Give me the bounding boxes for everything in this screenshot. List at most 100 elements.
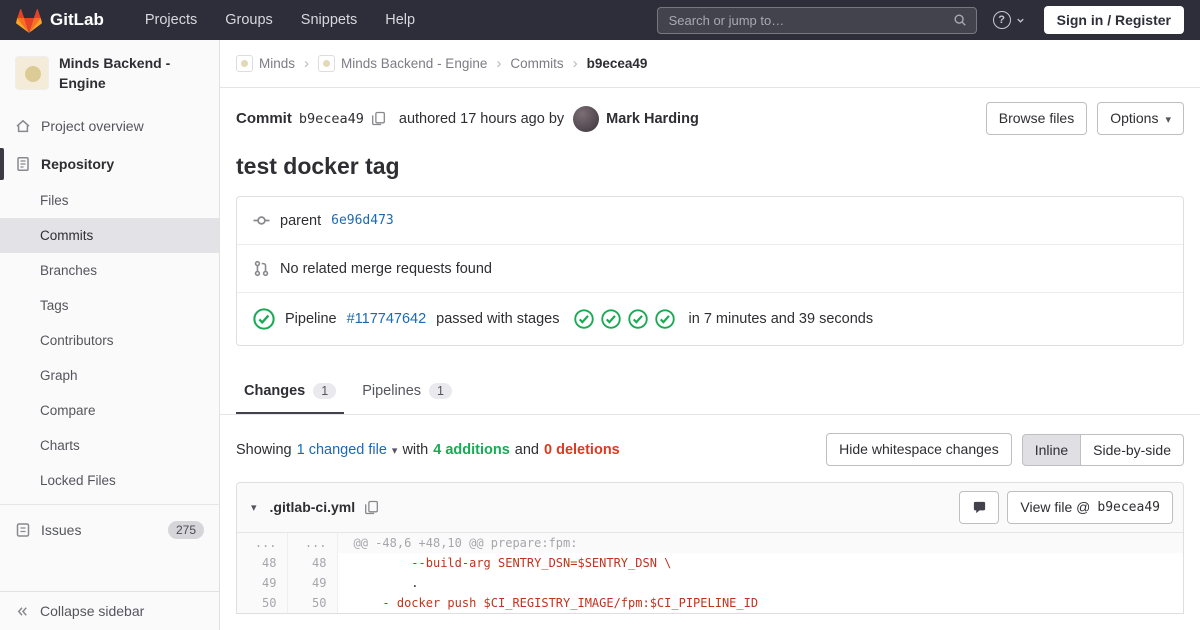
diff-file-box: .gitlab-ci.yml View file @ b9ecea49 [236, 482, 1184, 614]
pipeline-duration-text: in 7 minutes and 39 seconds [689, 311, 874, 327]
code-line: - docker push $CI_REGISTRY_IMAGE/fpm:$CI… [337, 593, 1183, 613]
sidebar-item-repository[interactable]: Repository [0, 145, 219, 183]
view-file-button[interactable]: View file @ b9ecea49 [1007, 491, 1173, 524]
stage-passed-icon[interactable] [628, 309, 648, 329]
breadcrumb-group[interactable]: Minds [236, 55, 295, 72]
sidebar-item-commits[interactable]: Commits [0, 218, 219, 253]
sidebar-divider [0, 504, 219, 505]
main-content: Minds Minds Backend - Engine Commits b9e… [220, 40, 1200, 630]
commit-tabs: Changes 1 Pipelines 1 [220, 370, 1200, 415]
copy-file-path-icon[interactable] [364, 500, 379, 515]
new-line-number[interactable]: 50 [287, 593, 337, 613]
pipelines-count-badge: 1 [429, 383, 452, 399]
author-name-link[interactable]: Mark Harding [606, 111, 699, 127]
diff-hunk-row: ... ... @@ -48,6 +48,10 @@ prepare:fpm: [237, 533, 1183, 553]
side-by-side-view-button[interactable]: Side-by-side [1080, 434, 1184, 466]
inline-view-button[interactable]: Inline [1022, 434, 1081, 466]
changes-count-badge: 1 [313, 383, 336, 399]
sign-in-button[interactable]: Sign in / Register [1044, 6, 1184, 34]
nav-projects[interactable]: Projects [134, 6, 208, 34]
top-navbar: GitLab Projects Groups Snippets Help Sig… [0, 0, 1200, 40]
diff-line-48: 48 48 --build-arg SENTRY_DSN=$SENTRY_DSN… [237, 553, 1183, 573]
tab-changes[interactable]: Changes 1 [236, 370, 344, 414]
diff-file-actions: View file @ b9ecea49 [959, 491, 1173, 524]
pipeline-status-text: passed with stages [436, 311, 559, 327]
diff-file-name: .gitlab-ci.yml [270, 499, 356, 515]
pipeline-passed-icon [253, 308, 275, 330]
nav-help[interactable]: Help [374, 6, 426, 34]
view-file-sha: b9ecea49 [1097, 500, 1160, 516]
pipeline-stage-icons [574, 309, 675, 329]
global-search [657, 7, 977, 34]
stage-passed-icon[interactable] [574, 309, 594, 329]
old-line-number[interactable]: 50 [237, 593, 287, 613]
stage-passed-icon[interactable] [601, 309, 621, 329]
issues-icon [15, 522, 31, 538]
search-input[interactable] [667, 12, 953, 29]
parent-sha-link[interactable]: 6e96d473 [331, 213, 394, 228]
sidebar-item-issues[interactable]: Issues 275 [0, 510, 219, 550]
question-icon [993, 11, 1011, 29]
project-avatar [15, 56, 49, 90]
comment-button[interactable] [959, 491, 999, 524]
breadcrumb-separator-icon [496, 55, 501, 72]
commit-actions: Browse files Options [986, 102, 1184, 135]
browse-files-button[interactable]: Browse files [986, 102, 1087, 135]
home-icon [15, 118, 31, 134]
parent-row: parent 6e96d473 [237, 197, 1183, 244]
stage-passed-icon[interactable] [655, 309, 675, 329]
old-line-number[interactable]: ... [237, 533, 287, 553]
new-line-number[interactable]: ... [287, 533, 337, 553]
new-line-number[interactable]: 49 [287, 573, 337, 593]
sidebar-item-contributors[interactable]: Contributors [0, 323, 219, 358]
breadcrumb-project[interactable]: Minds Backend - Engine [318, 55, 487, 72]
collapse-sidebar-button[interactable]: Collapse sidebar [0, 591, 219, 630]
with-label: with [402, 442, 428, 458]
sidebar-item-charts[interactable]: Charts [0, 428, 219, 463]
commit-title: test docker tag [236, 153, 1184, 180]
breadcrumb-commits-label: Commits [510, 56, 563, 71]
commit-meta-row: Commit b9ecea49 authored 17 hours ago by… [236, 102, 1184, 135]
sidebar-project-header[interactable]: Minds Backend - Engine [0, 40, 219, 107]
sidebar-item-graph[interactable]: Graph [0, 358, 219, 393]
and-label: and [515, 442, 539, 458]
diff-view-controls: Hide whitespace changes Inline Side-by-s… [826, 433, 1184, 466]
sidebar-item-files[interactable]: Files [0, 183, 219, 218]
nav-groups[interactable]: Groups [214, 6, 284, 34]
code-line: --build-arg SENTRY_DSN=$SENTRY_DSN \ [337, 553, 1183, 573]
tab-pipelines-label: Pipelines [362, 383, 421, 399]
pipeline-label: Pipeline [285, 311, 337, 327]
tab-changes-label: Changes [244, 383, 305, 399]
old-line-number[interactable]: 49 [237, 573, 287, 593]
sidebar-item-compare[interactable]: Compare [0, 393, 219, 428]
new-line-number[interactable]: 48 [287, 553, 337, 573]
commit-sha: b9ecea49 [299, 111, 364, 127]
code-line: . [337, 573, 1183, 593]
tab-pipelines[interactable]: Pipelines 1 [354, 370, 460, 414]
sidebar-item-locked-files[interactable]: Locked Files [0, 463, 219, 498]
diff-table: ... ... @@ -48,6 +48,10 @@ prepare:fpm: … [237, 533, 1183, 613]
copy-sha-icon[interactable] [371, 111, 386, 126]
options-dropdown-button[interactable]: Options [1097, 102, 1184, 135]
diff-view-toggle: Inline Side-by-side [1022, 434, 1184, 466]
breadcrumb-commits[interactable]: Commits [510, 56, 563, 71]
pipeline-id-link[interactable]: #117747642 [347, 311, 427, 327]
changed-files-dropdown[interactable]: 1 changed file [297, 442, 398, 458]
old-line-number[interactable]: 48 [237, 553, 287, 573]
merge-request-icon [253, 260, 270, 277]
help-dropdown[interactable] [993, 11, 1026, 29]
nav-snippets[interactable]: Snippets [290, 6, 368, 34]
commit-icon [253, 212, 270, 229]
gitlab-tanuki-icon [16, 8, 42, 33]
sidebar-item-label: Repository [41, 156, 114, 172]
project-avatar-small [318, 55, 335, 72]
gitlab-home-link[interactable]: GitLab [16, 8, 104, 33]
sidebar-item-branches[interactable]: Branches [0, 253, 219, 288]
parent-label: parent [280, 213, 321, 229]
collapse-diff-icon[interactable] [247, 501, 261, 514]
hide-whitespace-button[interactable]: Hide whitespace changes [826, 433, 1012, 466]
sidebar-item-project-overview[interactable]: Project overview [0, 107, 219, 145]
author-avatar[interactable] [573, 106, 599, 132]
sidebar-item-tags[interactable]: Tags [0, 288, 219, 323]
brand-name: GitLab [50, 10, 104, 30]
